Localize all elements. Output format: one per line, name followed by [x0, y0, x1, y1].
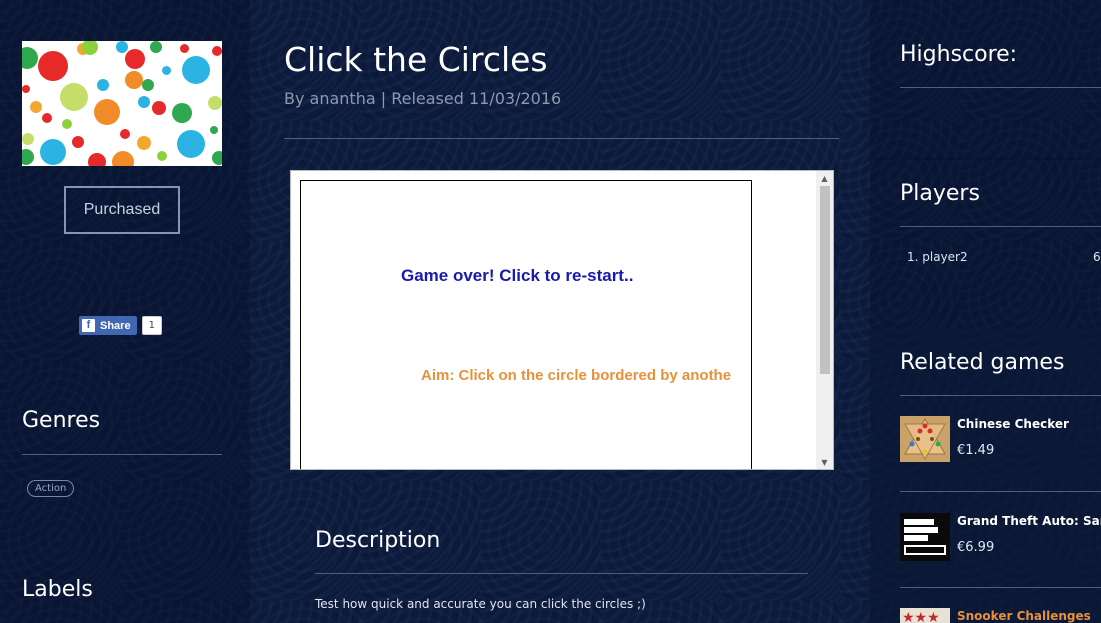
purchased-button[interactable]: Purchased	[64, 186, 180, 234]
highscore-heading: Highscore:	[900, 42, 1018, 67]
related-game-name[interactable]: Grand Theft Auto: San...	[957, 514, 1101, 528]
facebook-share-button[interactable]: f Share	[79, 316, 137, 335]
related-game-price: €1.49	[957, 443, 995, 458]
chinese-checker-board-icon[interactable]	[900, 416, 950, 462]
share-count: 1	[141, 316, 162, 335]
gta-san-andreas-logo-icon[interactable]	[900, 513, 950, 561]
scroll-thumb[interactable]	[820, 186, 830, 374]
genres-divider	[22, 454, 222, 455]
related-games-heading: Related games	[900, 350, 1065, 375]
highscore-panel-bg	[870, 0, 1101, 160]
related-divider	[900, 395, 1101, 396]
scroll-up-arrow-icon[interactable]: ▲	[816, 171, 833, 185]
labels-heading: Labels	[22, 577, 93, 602]
game-cover-image	[22, 41, 222, 166]
related-game-item[interactable]: Grand Theft Auto: San... €6.99	[900, 513, 1101, 561]
description-divider	[315, 573, 808, 574]
player-rank-name: 1. player2	[907, 250, 968, 264]
game-canvas[interactable]: Game over! Click to re-start.. Aim: Clic…	[300, 180, 752, 469]
game-over-text[interactable]: Game over! Click to re-start..	[401, 266, 633, 286]
related-game-name[interactable]: Chinese Checker	[957, 417, 1069, 431]
highscore-divider	[900, 87, 1101, 88]
game-meta: By anantha | Released 11/03/2016	[284, 89, 562, 108]
related-game-item[interactable]: ★★★ Snooker Challenges	[900, 608, 1101, 623]
share-label: Share	[100, 319, 131, 332]
players-heading: Players	[900, 181, 980, 206]
player-score: 6	[1093, 250, 1101, 264]
description-text: Test how quick and accurate you can clic…	[315, 597, 646, 611]
players-divider	[900, 226, 1101, 227]
related-divider-2	[900, 587, 1101, 588]
facebook-icon: f	[82, 319, 95, 332]
page-title: Click the Circles	[284, 40, 548, 79]
genres-heading: Genres	[22, 408, 101, 433]
game-embed-frame[interactable]: Game over! Click to re-start.. Aim: Clic…	[290, 170, 834, 470]
snooker-stars-icon[interactable]: ★★★	[900, 608, 950, 623]
embed-scrollbar[interactable]: ▲ ▼	[816, 171, 833, 469]
related-game-name[interactable]: Snooker Challenges	[957, 609, 1091, 623]
genre-tag-action[interactable]: Action	[27, 480, 75, 497]
title-divider	[284, 138, 839, 139]
facebook-share-widget: f Share 1	[79, 316, 162, 335]
scroll-down-arrow-icon[interactable]: ▼	[816, 455, 833, 469]
aim-instruction-text: Aim: Click on the circle bordered by ano…	[421, 367, 732, 384]
svg-text:★★★: ★★★	[902, 610, 940, 623]
related-game-price: €6.99	[957, 540, 995, 555]
related-game-item[interactable]: Chinese Checker €1.49	[900, 416, 1101, 462]
related-divider-1	[900, 491, 1101, 492]
description-heading: Description	[315, 528, 441, 553]
